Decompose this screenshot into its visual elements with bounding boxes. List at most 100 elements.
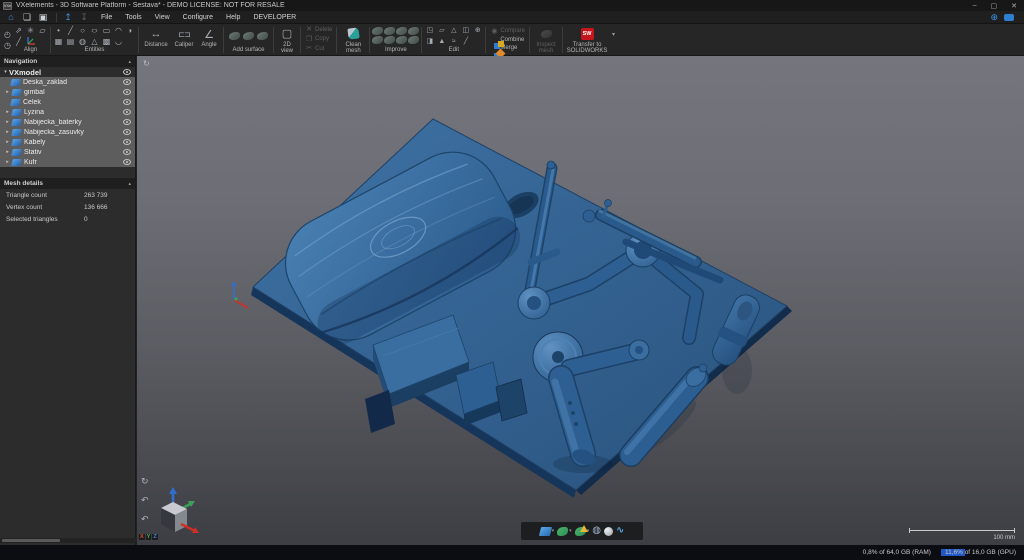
transfer-dropdown-caret-icon[interactable]: ▾ — [610, 31, 617, 38]
tree-node-vxmodel[interactable]: ▾ VXmodel — [0, 67, 135, 77]
shaded-display-icon[interactable] — [604, 527, 613, 536]
tree-node-mesh[interactable]: ▸ Lyzina — [0, 107, 135, 117]
add-surface-curved-icon[interactable] — [243, 32, 254, 40]
save-icon[interactable]: ▣ — [36, 12, 50, 23]
combine-button[interactable]: Combine — [490, 37, 525, 44]
align-plane-icon[interactable]: ▱ — [37, 25, 48, 35]
mesh-display-caret-icon[interactable]: ▾ — [552, 528, 555, 534]
align-line-icon[interactable]: ╱ — [13, 36, 24, 46]
3d-viewport[interactable]: ↻ ↻ ↶ ↶ X Y Z ▾ ▾ ▾ ◍ — [137, 56, 1024, 545]
improve-spikes-icon[interactable] — [396, 27, 407, 35]
transfer-to-solidworks-button[interactable]: SW Transfer to SOLIDWORKS ▾ — [565, 25, 617, 55]
roll-right-icon[interactable]: ↶ — [141, 514, 149, 525]
tree-node-mesh[interactable]: Celek — [0, 97, 135, 107]
tree-node-mesh[interactable]: ▸ gimbal — [0, 87, 135, 97]
entity-slab-icon[interactable]: ▩ — [101, 36, 112, 46]
entity-curve-icon[interactable]: ◡ — [113, 36, 124, 46]
caliper-button[interactable]: ⊏⊐ Caliper — [171, 25, 197, 55]
deviation-display-icon[interactable] — [575, 527, 586, 536]
menu-view[interactable]: View — [155, 14, 170, 21]
tree-node-mesh[interactable]: ▸ Kufr — [0, 157, 135, 167]
mesh-details-header[interactable]: Mesh details ▴ — [0, 178, 135, 189]
panel-scrollbar-thumb[interactable] — [2, 539, 60, 542]
align-target-icon[interactable]: ⇗ — [13, 25, 24, 35]
entity-line-icon[interactable]: ╱ — [65, 25, 76, 35]
orientation-cube[interactable] — [149, 486, 201, 538]
entity-grid-icon[interactable]: ▦ — [53, 36, 64, 46]
tree-node-mesh[interactable]: ▸ Nabijecka_baterky — [0, 117, 135, 127]
minimize-button[interactable]: – — [973, 2, 977, 10]
surface-display-caret-icon[interactable]: ▾ — [569, 528, 572, 534]
new-file-icon[interactable]: ❏ — [20, 12, 34, 23]
edit-crop-icon[interactable]: ◳ — [424, 25, 435, 35]
entity-ellipse-icon[interactable]: ○ — [89, 25, 100, 35]
entity-circle-icon[interactable]: ○ — [77, 25, 88, 35]
clean-mesh-button[interactable]: Clean mesh — [339, 25, 367, 55]
close-button[interactable]: ✕ — [1011, 2, 1017, 10]
visibility-eye-icon[interactable] — [123, 129, 131, 135]
entity-point-icon[interactable]: • — [53, 25, 64, 35]
turntable-rotate-icon[interactable]: ↻ — [141, 476, 149, 487]
edit-boolean-icon[interactable]: ⊕ — [472, 25, 483, 35]
menu-developer[interactable]: DEVELOPER — [253, 14, 296, 21]
navigation-header[interactable]: Navigation ▴ — [0, 56, 135, 67]
entity-rectangle-icon[interactable]: ▭ — [101, 25, 112, 35]
align-axes-icon[interactable] — [25, 36, 36, 46]
visibility-eye-icon[interactable] — [123, 109, 131, 115]
edit-waterproof-icon[interactable]: ≈ — [448, 36, 459, 46]
edit-plane-cut-icon[interactable]: ▱ — [436, 25, 447, 35]
improve-decimate-icon[interactable] — [372, 36, 383, 44]
edit-bridge-icon[interactable]: ╱ — [460, 36, 471, 46]
edit-split-icon[interactable]: ◨ — [424, 36, 435, 46]
visibility-eye-icon[interactable] — [123, 159, 131, 165]
entity-sphere-icon[interactable]: ◍ — [77, 36, 88, 46]
distance-button[interactable]: ↔ Distance — [141, 25, 171, 55]
home-icon[interactable]: ⌂ — [4, 12, 18, 23]
entity-arc-icon[interactable]: ◠ — [113, 25, 124, 35]
edit-extrude-icon[interactable]: ▲ — [436, 36, 447, 46]
visibility-eye-icon[interactable] — [123, 69, 131, 75]
improve-remesh-icon[interactable] — [396, 36, 407, 44]
orbit-sphere-icon[interactable]: ◴ — [2, 30, 13, 40]
maximize-button[interactable]: ▢ — [991, 2, 998, 10]
2d-view-button[interactable]: ▢ 2D view — [276, 25, 298, 55]
visibility-eye-icon[interactable] — [123, 79, 131, 85]
surface-display-icon[interactable] — [557, 527, 568, 536]
tree-node-mesh[interactable]: ▸ Stativ — [0, 147, 135, 157]
roll-left-icon[interactable]: ↶ — [141, 495, 149, 506]
import-session-icon[interactable]: ↥ — [61, 12, 75, 23]
menu-help[interactable]: Help — [226, 14, 240, 21]
viewport-rotate-icon[interactable]: ↻ — [143, 59, 150, 68]
feedback-chat-icon[interactable] — [1004, 14, 1014, 21]
add-surface-flat-icon[interactable] — [229, 32, 240, 40]
improve-smooth-icon[interactable] — [408, 27, 419, 35]
visibility-eye-icon[interactable] — [123, 139, 131, 145]
entity-patch-icon[interactable]: ◗ — [125, 25, 136, 35]
menu-tools[interactable]: Tools — [125, 14, 141, 21]
tree-node-mesh[interactable]: ▸ Kabely — [0, 137, 135, 147]
visibility-eye-icon[interactable] — [123, 99, 131, 105]
improve-fill-holes-icon[interactable] — [372, 27, 383, 35]
online-services-icon[interactable]: ⊕ — [990, 12, 998, 23]
improve-refine-icon[interactable] — [384, 36, 395, 44]
tree-node-mesh[interactable]: ▸ Nabijecka_zasuvky — [0, 127, 135, 137]
angle-button[interactable]: ∠ Angle — [197, 25, 221, 55]
mesh-display-icon[interactable] — [539, 527, 552, 536]
edit-triangle-icon[interactable]: △ — [448, 25, 459, 35]
entity-cylinder-icon[interactable]: ▤ — [65, 36, 76, 46]
wireframe-display-icon[interactable]: ◍ — [592, 526, 601, 536]
tree-node-mesh[interactable]: Deska_zaklad — [0, 77, 135, 87]
visibility-eye-icon[interactable] — [123, 119, 131, 125]
curve-display-icon[interactable]: ∿ — [616, 526, 624, 536]
add-surface-fill-icon[interactable] — [257, 32, 268, 40]
visibility-eye-icon[interactable] — [123, 149, 131, 155]
improve-defeature-icon[interactable] — [408, 36, 419, 44]
orbit-rotate-icon[interactable]: ◷ — [2, 41, 13, 51]
visibility-eye-icon[interactable] — [123, 89, 131, 95]
align-best-fit-icon[interactable]: ✳ — [25, 25, 36, 35]
menu-file[interactable]: File — [101, 14, 112, 21]
improve-boundary-icon[interactable] — [384, 27, 395, 35]
menu-configure[interactable]: Configure — [183, 14, 213, 21]
edit-mirror-icon[interactable]: ◫ — [460, 25, 471, 35]
entity-cone-icon[interactable]: △ — [89, 36, 100, 46]
